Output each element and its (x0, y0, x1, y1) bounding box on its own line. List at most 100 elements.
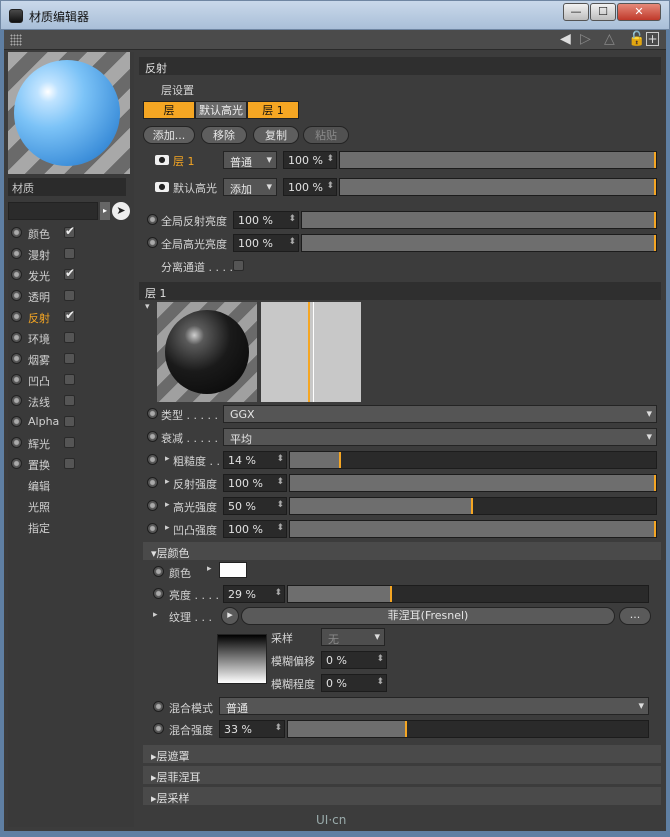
channel-item[interactable]: 发光 (8, 264, 134, 285)
global-reflect-input[interactable]: 100 % (233, 211, 299, 229)
spec-strength-input[interactable]: 50 % (223, 497, 287, 515)
channel-checkbox[interactable] (64, 437, 75, 448)
radio-icon[interactable] (11, 374, 22, 385)
channel-checkbox[interactable] (64, 224, 75, 238)
lock-icon[interactable]: 🔓 (628, 31, 645, 47)
channel-item[interactable]: 编辑 (8, 474, 134, 495)
fresnel-button[interactable]: 菲涅耳(Fresnel) (241, 607, 615, 625)
channel-item[interactable]: 法线 (8, 390, 134, 411)
radio-icon[interactable] (147, 477, 158, 488)
attenuation-dropdown[interactable]: 平均 (223, 428, 657, 446)
layer-tab-button[interactable]: 层 (143, 101, 195, 119)
radio-icon[interactable] (147, 431, 158, 442)
brightness-input[interactable]: 29 % (223, 585, 285, 603)
radio-icon[interactable] (11, 458, 22, 469)
radio-icon[interactable] (153, 566, 164, 577)
pick-cursor-icon[interactable]: ➤ (112, 202, 130, 220)
roughness-slider[interactable] (289, 451, 657, 469)
channel-checkbox[interactable] (64, 308, 75, 322)
channel-item[interactable]: 指定 (8, 516, 134, 537)
texture-arrow-button[interactable]: ▸ (221, 607, 239, 625)
expand-triangle-icon[interactable]: ▸ (165, 477, 170, 487)
minimize-button[interactable]: — (563, 3, 589, 21)
radio-icon[interactable] (11, 227, 22, 238)
radio-icon[interactable] (11, 332, 22, 343)
reflect-strength-slider[interactable] (289, 474, 657, 492)
global-spec-input[interactable]: 100 % (233, 234, 299, 252)
expand-triangle-icon[interactable]: ▸ (165, 523, 170, 533)
color-swatch[interactable] (219, 562, 247, 578)
radio-icon[interactable] (11, 353, 22, 364)
default-spec-value-input[interactable]: 100 % (283, 178, 337, 196)
channel-item[interactable]: 烟雾 (8, 348, 134, 369)
collapse-triangle-icon[interactable]: ▾ (145, 302, 150, 312)
channel-checkbox[interactable] (64, 374, 75, 385)
channel-item[interactable]: 置换 (8, 453, 134, 474)
layer-color-header[interactable]: ▾层颜色 (143, 542, 661, 560)
paste-layer-button[interactable]: 粘贴 (303, 126, 349, 144)
global-spec-slider[interactable] (301, 234, 657, 252)
layer1-mode-dropdown[interactable]: 普通 (223, 151, 277, 169)
channel-checkbox[interactable] (64, 290, 75, 301)
radio-icon[interactable] (153, 701, 164, 712)
grip-icon[interactable] (10, 34, 22, 46)
material-arrow-button[interactable]: ▸ (100, 202, 110, 220)
new-window-icon[interactable]: + (646, 32, 659, 46)
radio-icon[interactable] (11, 416, 22, 427)
channel-item[interactable]: 漫射 (8, 243, 134, 264)
layer1-name[interactable]: 层 1 (173, 153, 195, 169)
forward-arrow-icon[interactable]: ▷ (580, 31, 591, 47)
reflect-strength-input[interactable]: 100 % (223, 474, 287, 492)
material-name-field[interactable] (8, 202, 98, 220)
sampling-dropdown[interactable]: 无 (321, 628, 385, 646)
blur-offset-input[interactable]: 0 % (321, 651, 387, 669)
radio-icon[interactable] (147, 454, 158, 465)
blend-mode-dropdown[interactable]: 普通 (219, 697, 649, 715)
channel-item[interactable]: 凹凸 (8, 369, 134, 390)
maximize-button[interactable]: ☐ (590, 3, 616, 21)
channel-checkbox[interactable] (64, 266, 75, 280)
layer1-slider[interactable] (339, 151, 657, 169)
radio-icon[interactable] (147, 408, 158, 419)
channel-item[interactable]: 透明 (8, 285, 134, 306)
texture-options-button[interactable]: ... (619, 607, 651, 625)
default-spec-mode-dropdown[interactable]: 添加 (223, 178, 277, 196)
expand-triangle-icon[interactable]: ▸ (207, 564, 212, 574)
type-dropdown[interactable]: GGX (223, 405, 657, 423)
remove-layer-button[interactable]: 移除 (201, 126, 247, 144)
radio-icon[interactable] (147, 214, 158, 225)
visibility-eye-icon[interactable]: ● (155, 182, 169, 192)
channel-item[interactable]: 光照 (8, 495, 134, 516)
expand-triangle-icon[interactable]: ▸ (165, 454, 170, 464)
roughness-input[interactable]: 14 % (223, 451, 287, 469)
radio-icon[interactable] (153, 588, 164, 599)
bump-strength-slider[interactable] (289, 520, 657, 538)
channel-item[interactable]: Alpha (8, 411, 134, 432)
add-layer-button[interactable]: 添加... (143, 126, 195, 144)
blend-strength-slider[interactable] (287, 720, 649, 738)
channel-item[interactable]: 反射 (8, 306, 134, 327)
channel-item[interactable]: 环境 (8, 327, 134, 348)
blend-strength-input[interactable]: 33 % (219, 720, 285, 738)
radio-icon[interactable] (153, 723, 164, 734)
default-spec-name[interactable]: 默认高光 (173, 180, 217, 196)
radio-icon[interactable] (11, 395, 22, 406)
default-spec-slider[interactable] (339, 178, 657, 196)
layer-mask-section[interactable]: ▸层遮罩 (143, 745, 661, 763)
blur-scale-input[interactable]: 0 % (321, 674, 387, 692)
expand-triangle-icon[interactable]: ▸ (165, 500, 170, 510)
layer1-value-input[interactable]: 100 % (283, 151, 337, 169)
default-spec-tab-button[interactable]: 默认高光 (195, 101, 247, 119)
layer-sampling-section[interactable]: ▸层采样 (143, 787, 661, 805)
channel-checkbox[interactable] (64, 458, 75, 469)
layer1-tab-button[interactable]: 层 1 (247, 101, 299, 119)
copy-layer-button[interactable]: 复制 (253, 126, 299, 144)
radio-icon[interactable] (147, 237, 158, 248)
channel-checkbox[interactable] (64, 395, 75, 406)
radio-icon[interactable] (11, 269, 22, 280)
material-preview[interactable] (8, 52, 130, 174)
channel-checkbox[interactable] (64, 332, 75, 343)
up-arrow-icon[interactable]: △ (604, 31, 615, 47)
back-arrow-icon[interactable]: ◀ (560, 31, 571, 47)
expand-triangle-icon[interactable]: ▸ (153, 610, 158, 620)
